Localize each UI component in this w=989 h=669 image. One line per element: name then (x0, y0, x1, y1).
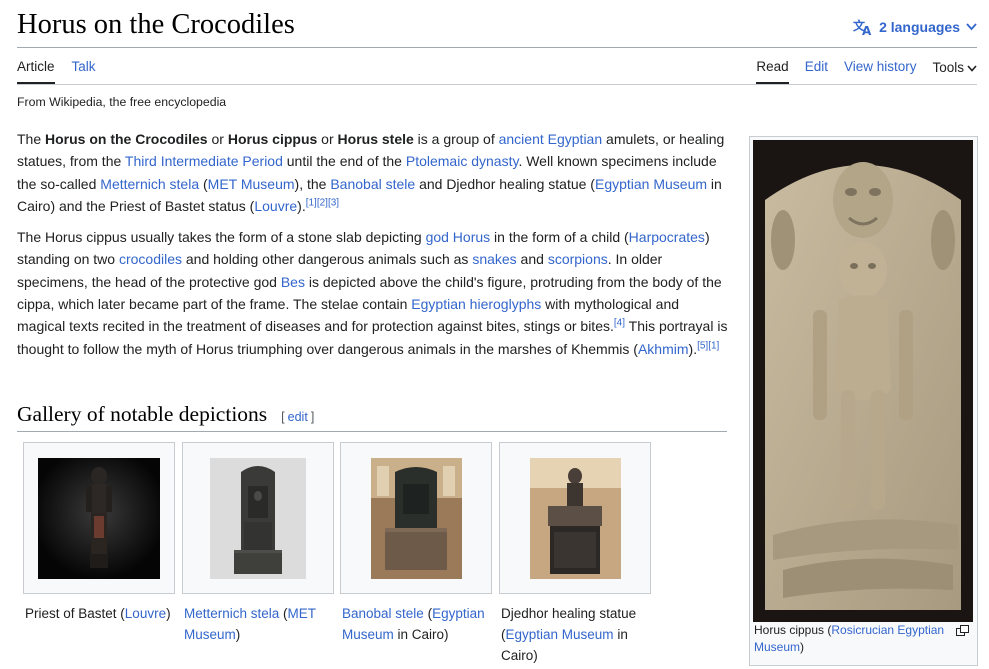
paragraph-description: The Horus cippus usually takes the form … (17, 226, 730, 360)
paragraph-intro: The Horus on the Crocodiles or Horus cip… (17, 128, 730, 217)
section-edit: [edit] (281, 410, 314, 424)
gallery-item-metternich-stela[interactable] (182, 442, 334, 594)
link-god-horus[interactable]: god Horus (426, 229, 491, 245)
link-banobal-stele[interactable]: Banobal stele (342, 606, 424, 621)
link-egyptian-hieroglyphs[interactable]: Egyptian hieroglyphs (411, 296, 541, 312)
text: is a group of (413, 131, 499, 147)
languages-label: 2 languages (879, 19, 960, 35)
bold-term: Horus on the Crocodiles (45, 131, 208, 147)
gallery-caption-djedhor-healing-statue: Djedhor healing statue (Egyptian Museum … (501, 603, 653, 666)
link-egyptian-museum[interactable]: Egyptian Museum (506, 627, 614, 642)
view-tabs: Read Edit View history Tools (740, 59, 977, 84)
tab-read[interactable]: Read (756, 59, 789, 84)
figure-caption: Horus cippus (Rosicrucian Egyptian Museu… (754, 622, 954, 656)
link-bes[interactable]: Bes (281, 274, 305, 290)
caption-text: Priest of Bastet ( (25, 606, 125, 621)
link-akhmim[interactable]: Akhmim (638, 341, 689, 357)
bold-term: Horus cippus (227, 131, 318, 147)
magnify-icon[interactable] (956, 623, 969, 641)
text: ), the (294, 175, 331, 192)
caption-text: ) (235, 627, 241, 642)
gallery-item-djedhor-healing-statue[interactable] (499, 442, 651, 594)
text: ). (297, 197, 306, 214)
link-snakes[interactable]: snakes (472, 251, 516, 267)
gallery-caption-priest-of-bastet: Priest of Bastet (Louvre) (25, 603, 177, 624)
tab-article[interactable]: Article (17, 59, 55, 84)
text: or (317, 131, 338, 147)
gallery-item-banobal-stele[interactable] (340, 442, 492, 594)
link-harpocrates[interactable]: Harpocrates (629, 229, 705, 245)
bold-term: Horus stele (337, 131, 414, 147)
link-louvre[interactable]: Louvre (254, 198, 297, 214)
site-tagline: From Wikipedia, the free encyclopedia (17, 95, 227, 109)
link-metternich-stela[interactable]: Metternich stela (100, 176, 199, 192)
link-metternich-stela[interactable]: Metternich stela (184, 606, 279, 621)
tools-menu[interactable]: Tools (932, 59, 977, 84)
text: or (207, 131, 228, 147)
gallery-item-priest-of-bastet[interactable] (23, 442, 175, 594)
link-crocodiles[interactable]: crocodiles (119, 251, 182, 267)
caption-text: ( (279, 606, 288, 621)
chevron-down-icon (967, 60, 977, 75)
bracket: ] (310, 410, 315, 424)
text: ( (199, 175, 208, 192)
gallery-caption-banobal-stele: Banobal stele (Egyptian Museum in Cairo) (342, 603, 494, 645)
figure-image-horus-cippus[interactable] (753, 140, 973, 622)
namespace-tabs: Article Talk (17, 59, 113, 84)
gallery-image-metternich-stela[interactable] (210, 458, 306, 579)
tab-view-history[interactable]: View history (844, 59, 917, 84)
text: until the end of the (282, 153, 406, 170)
caption-text: Horus cippus ( (754, 623, 832, 637)
translate-icon: 文A (853, 18, 873, 36)
infobox-figure (749, 136, 978, 666)
text: ). (688, 340, 698, 357)
link-egyptian-museum[interactable]: Egyptian Museum (595, 176, 707, 192)
citation-refs[interactable]: [1][2][3] (306, 197, 339, 208)
caption-text: ) (800, 640, 805, 654)
tabs-divider (17, 84, 977, 85)
gallery-image-priest-of-bastet[interactable] (38, 458, 160, 579)
section-title: Gallery of notable depictions (17, 402, 268, 426)
link-third-intermediate-period[interactable]: Third Intermediate Period (125, 153, 283, 169)
title-divider (17, 47, 977, 48)
link-met-museum[interactable]: MET Museum (208, 176, 295, 192)
edit-section-link[interactable]: edit (288, 410, 308, 424)
caption-text: in Cairo) (393, 627, 449, 642)
text: The (17, 131, 46, 147)
caption-text: ( (423, 606, 433, 621)
text: in the form of a child ( (490, 229, 629, 246)
article-body: The Horus on the Crocodiles or Horus cip… (17, 128, 730, 369)
tools-label: Tools (932, 60, 964, 75)
link-banobal-stele[interactable]: Banobal stele (330, 176, 415, 192)
language-selector[interactable]: 文A 2 languages (853, 18, 977, 36)
page-title: Horus on the Crocodiles (17, 9, 295, 40)
caption-text: ) (166, 606, 171, 621)
citation-refs[interactable]: [5][1] (697, 340, 719, 351)
link-louvre[interactable]: Louvre (125, 606, 166, 621)
gallery-image-djedhor-healing-statue[interactable] (530, 458, 621, 579)
tab-edit[interactable]: Edit (805, 59, 828, 84)
text: and (516, 251, 548, 268)
text: The Horus cippus usually takes the form … (17, 229, 426, 246)
text: and holding other dangerous animals such… (182, 251, 473, 268)
svg-text:A: A (862, 24, 872, 36)
bracket: [ (281, 410, 285, 424)
link-scorpions[interactable]: scorpions (548, 251, 608, 267)
chevron-down-icon (966, 23, 977, 31)
citation-ref[interactable]: [4] (614, 318, 625, 329)
text: and Djedhor healing statue ( (415, 175, 595, 192)
section-heading: Gallery of notable depictions [edit] (17, 402, 727, 432)
link-ancient-egyptian[interactable]: ancient Egyptian (499, 131, 603, 147)
link-ptolemaic-dynasty[interactable]: Ptolemaic dynasty (406, 153, 519, 169)
gallery-image-banobal-stele[interactable] (371, 458, 462, 579)
gallery-caption-metternich-stela: Metternich stela (MET Museum) (184, 603, 336, 645)
tab-talk[interactable]: Talk (72, 59, 96, 84)
